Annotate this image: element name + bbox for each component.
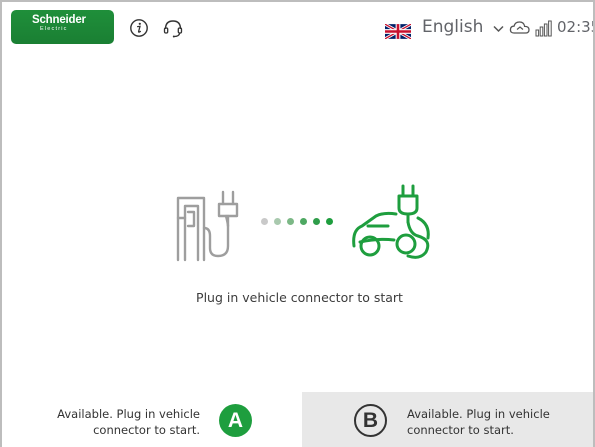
progress-dot: [274, 218, 281, 225]
info-icon[interactable]: [129, 18, 149, 38]
logo-brand: Schneider: [32, 14, 86, 26]
progress-dot: [261, 218, 268, 225]
connector-a-status: Available. Plug in vehicle connector to …: [57, 407, 200, 437]
clock: 02:35: [557, 18, 593, 36]
connector-b-panel[interactable]: B Available. Plug in vehicle connector t…: [302, 392, 593, 447]
connector-b-badge[interactable]: B: [354, 404, 387, 437]
progress-dot: [287, 218, 294, 225]
logo-sub: Electric: [40, 26, 68, 32]
uk-flag-icon[interactable]: [385, 24, 411, 39]
connector-a-badge[interactable]: A: [219, 404, 252, 437]
support-headset-icon[interactable]: [162, 17, 184, 39]
cloud-connection-icon: [509, 21, 530, 34]
electric-car-icon: [352, 184, 430, 259]
progress-dot: [313, 218, 320, 225]
schneider-logo: Schneider Electric: [11, 10, 114, 44]
signal-strength-icon: [535, 20, 552, 37]
plug-in-prompt: Plug in vehicle connector to start: [196, 290, 403, 305]
chevron-down-icon[interactable]: [493, 25, 504, 33]
language-selector[interactable]: English: [422, 17, 483, 37]
charging-station-icon: [176, 190, 239, 262]
progress-dot: [300, 218, 307, 225]
progress-dot: [326, 218, 333, 225]
charger-screen: Schneider Electric English 02:35: [0, 0, 595, 447]
connector-a-panel[interactable]: Available. Plug in vehicle connector to …: [2, 392, 302, 447]
connector-b-status: Available. Plug in vehicle connector to …: [407, 407, 550, 437]
